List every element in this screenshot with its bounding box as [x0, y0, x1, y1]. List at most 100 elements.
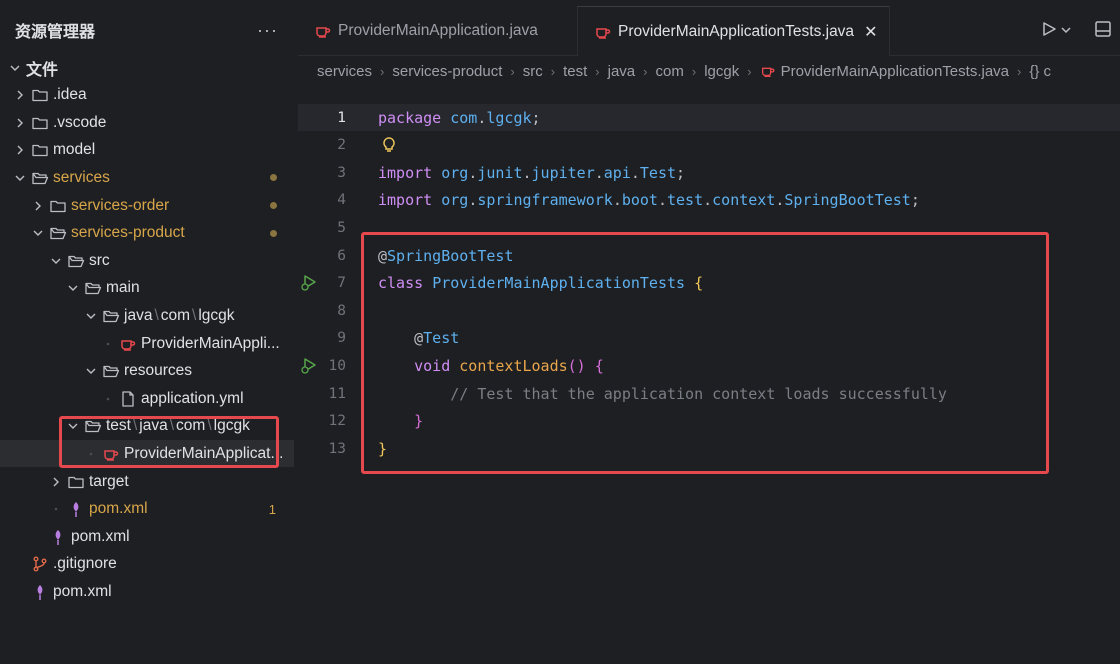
breadcrumb-item[interactable]: com — [656, 63, 684, 80]
tree-item[interactable]: pom.xml 1 — [0, 496, 294, 523]
close-icon[interactable]: ✕ — [864, 22, 877, 42]
code-token: ; — [531, 108, 541, 127]
line-number: 9 — [337, 330, 346, 347]
code-token: import — [378, 163, 433, 182]
breadcrumb-item[interactable]: test — [563, 63, 587, 80]
tree-item[interactable]: target — [0, 468, 294, 495]
chevron-down-icon — [49, 254, 63, 268]
tree-item-label: resources — [124, 362, 193, 380]
tree-item[interactable]: test \ java \ com \ lgcgk — [0, 413, 294, 440]
tree-item-label: 文件 — [26, 59, 59, 79]
tree-item[interactable]: .gitignore — [0, 551, 294, 578]
lightbulb-icon[interactable] — [380, 136, 398, 154]
code-token: test — [667, 191, 704, 210]
path-separator: \ — [132, 417, 138, 435]
breadcrumb-item[interactable]: src — [523, 63, 543, 80]
code-text: } — [378, 440, 387, 458]
code-token: void — [414, 356, 451, 375]
code-line[interactable]: 3 import org.junit.jupiter.api.Test; — [298, 159, 1120, 186]
tree-item[interactable]: services-order — [0, 192, 294, 219]
breadcrumb-item[interactable]: {} c — [1029, 63, 1051, 80]
tab-provider-main-application-tests[interactable]: ProviderMainApplicationTests.java ✕ — [577, 6, 890, 56]
tree-item-label: ProviderMainApplicat... — [124, 444, 284, 462]
breadcrumb-separator: › — [550, 63, 556, 79]
code-text: @Test — [378, 329, 459, 347]
tree-item[interactable]: resources — [0, 358, 294, 385]
code-line[interactable]: 10 void contextLoads() { — [298, 352, 1120, 379]
code-line[interactable]: 6 @SpringBootTest — [298, 242, 1120, 269]
tab-label: ProviderMainApplicationTests.java — [618, 22, 855, 40]
breadcrumb-item[interactable]: java — [608, 63, 636, 80]
split-editor-button[interactable] — [1094, 20, 1112, 42]
code-line[interactable]: 4 import org.springframework.boot.test.co… — [298, 187, 1120, 214]
code-token: SpringBootTest — [387, 246, 514, 265]
tree-item[interactable]: 文件 — [0, 54, 294, 81]
tree-item[interactable]: .vscode — [0, 109, 294, 136]
path-segment: lgcgk — [213, 417, 250, 435]
folder-open-icon — [49, 224, 67, 242]
tree-item[interactable]: ProviderMainAppli... — [0, 330, 294, 357]
breadcrumb-item[interactable]: services — [317, 63, 372, 80]
tree-item[interactable]: pom.xml — [0, 578, 294, 605]
line-number: 5 — [337, 219, 346, 236]
tree-item[interactable]: ProviderMainApplicat... — [0, 440, 294, 468]
tree-item-label: .gitignore — [53, 555, 117, 573]
tree-item[interactable]: pom.xml — [0, 523, 294, 550]
breadcrumb-item[interactable]: services-product — [392, 63, 502, 80]
folder-open-icon — [84, 417, 102, 435]
folder-icon — [31, 114, 49, 132]
code-line[interactable]: 2 — [298, 132, 1120, 159]
explorer-header: 资源管理器 ··· — [0, 0, 294, 60]
code-token: // Test that the application context loa… — [450, 384, 947, 403]
code-line[interactable]: 8 — [298, 297, 1120, 324]
tree-item[interactable]: src — [0, 247, 294, 274]
modified-dot-icon — [270, 229, 277, 237]
tree-item[interactable]: services-product — [0, 220, 294, 247]
tree-item[interactable]: services — [0, 164, 294, 191]
tree-item[interactable]: application.yml — [0, 385, 294, 412]
chevron-right-icon — [13, 88, 27, 102]
chevron-down-icon — [84, 364, 98, 378]
path-segment: com — [160, 306, 191, 324]
code-line[interactable]: 5 — [298, 214, 1120, 241]
run-button[interactable] — [1040, 20, 1072, 42]
code-token: com — [450, 108, 478, 127]
chevron-right-icon — [49, 475, 63, 489]
code-line[interactable]: 12 } — [298, 408, 1120, 435]
code-line[interactable]: 11 // Test that the application context … — [298, 380, 1120, 407]
ellipsis-icon[interactable]: ··· — [257, 20, 278, 41]
tab-provider-main-application[interactable]: ProviderMainApplication.java — [298, 6, 574, 56]
folder-open-icon — [31, 169, 49, 187]
tree-item[interactable]: .idea — [0, 82, 294, 109]
tree-item[interactable]: model — [0, 137, 294, 164]
tree-item-label: ProviderMainAppli... — [141, 334, 280, 352]
code-line[interactable]: 9 @Test — [298, 325, 1120, 352]
code-token: ProviderMainApplicationTests — [432, 274, 686, 293]
play-icon — [1040, 20, 1058, 42]
breadcrumb-separator: › — [380, 63, 385, 79]
run-test-icon[interactable] — [300, 274, 318, 292]
breadcrumb-separator: › — [747, 63, 752, 79]
tree-item-label: .idea — [53, 86, 87, 104]
code-line[interactable]: 13} — [298, 435, 1120, 462]
code-text: class ProviderMainApplicationTests { — [378, 274, 703, 292]
code-line[interactable]: 1 package com.lgcgk; — [298, 104, 1120, 131]
tree-item[interactable]: java \ com \ lgcgk — [0, 302, 294, 329]
code-token: { — [694, 274, 704, 293]
code-token: org — [441, 191, 469, 210]
spacer — [84, 447, 98, 461]
chevron-down-icon — [66, 281, 80, 295]
code-line[interactable]: 7 class ProviderMainApplicationTests { — [298, 270, 1120, 297]
code-token: () — [567, 356, 586, 375]
tree-item[interactable]: main — [0, 275, 294, 302]
modified-dot-icon — [270, 174, 277, 182]
chevron-down-icon — [13, 171, 27, 185]
breadcrumb-item[interactable]: ProviderMainApplicationTests.java — [781, 63, 1009, 80]
path-segment: com — [176, 417, 206, 435]
breadcrumb-item[interactable]: lgcgk — [704, 63, 739, 80]
run-test-icon[interactable] — [300, 357, 318, 375]
